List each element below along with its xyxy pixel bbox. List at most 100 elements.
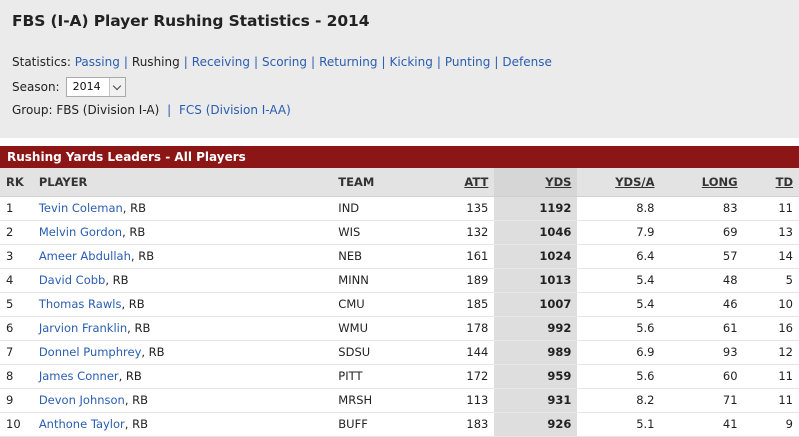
cell-ydsa: 8.8 [577,196,661,221]
cell-player: Melvin Gordon, RB [32,220,333,245]
cell-ydsa: 8.2 [577,388,661,413]
player-link[interactable]: Devon Johnson [39,393,125,407]
cell-rk: 6 [0,316,33,341]
statistics-separator: | [123,55,128,69]
cell-ydsa: 6.4 [577,244,661,269]
cell-long: 93 [660,340,744,365]
statistics-link-receiving[interactable]: Receiving [192,55,250,69]
cell-team: MRSH [332,388,417,413]
statistics-link-punting[interactable]: Punting [445,55,491,69]
cell-yds: 1007 [494,292,578,317]
player-link[interactable]: James Conner [39,369,119,383]
column-header-yds[interactable]: YDS [494,168,578,197]
player-link[interactable]: Tevin Coleman [39,201,123,215]
cell-player: Jarvion Franklin, RB [32,316,333,341]
cell-td: 11 [743,196,799,221]
group-row: Group: FBS (Division I-A) | FCS (Divisio… [12,103,291,117]
cell-td: 16 [743,316,799,341]
cell-long: 83 [660,196,744,221]
cell-att: 135 [416,196,495,221]
cell-yds: 926 [494,412,578,437]
player-link[interactable]: Ameer Abdullah [39,249,131,263]
cell-td: 12 [743,340,799,365]
cell-player: Tevin Coleman, RB [32,196,333,221]
table-row: 1 Tevin Coleman, RB IND 135 1192 8.8 83 11 [0,196,799,221]
group-label: Group: [12,103,53,117]
statistics-link-passing[interactable]: Passing [75,55,120,69]
player-position: , RB [127,321,151,335]
statistics-link-kicking[interactable]: Kicking [390,55,433,69]
player-link[interactable]: Donnel Pumphrey [39,345,142,359]
cell-att: 185 [416,292,495,317]
cell-long: 60 [660,364,744,389]
column-header-ydsa[interactable]: YDS/A [577,168,661,197]
statistics-separator: | [253,55,258,69]
cell-team: SDSU [332,340,417,365]
statistics-link-scoring[interactable]: Scoring [262,55,307,69]
cell-rk: 8 [0,364,33,389]
cell-yds: 992 [494,316,578,341]
cell-rk: 9 [0,388,33,413]
cell-att: 189 [416,268,495,293]
cell-long: 46 [660,292,744,317]
statistics-link-rushing: Rushing [131,55,180,69]
player-link[interactable]: David Cobb [39,273,106,287]
filter-panel: FBS (I-A) Player Rushing Statistics - 20… [0,0,799,138]
cell-td: 14 [743,244,799,269]
player-position: , RB [124,417,148,431]
player-link[interactable]: Thomas Rawls [39,297,122,311]
cell-yds: 1013 [494,268,578,293]
cell-att: 178 [416,316,495,341]
player-position: , RB [121,297,145,311]
cell-player: Anthone Taylor, RB [32,412,333,437]
player-link[interactable]: Anthone Taylor [39,417,125,431]
cell-rk: 4 [0,268,33,293]
column-header-att[interactable]: ATT [416,168,495,197]
cell-rk: 1 [0,196,33,221]
player-position: , RB [141,345,165,359]
cell-rk: 10 [0,412,33,437]
cell-team: WIS [332,220,417,245]
cell-player: Ameer Abdullah, RB [32,244,333,269]
cell-att: 132 [416,220,495,245]
cell-long: 71 [660,388,744,413]
cell-player: Thomas Rawls, RB [32,292,333,317]
table-row: 8 James Conner, RB PITT 172 959 5.6 60 11 [0,364,799,389]
player-position: , RB [124,393,149,407]
cell-yds: 959 [494,364,578,389]
season-label: Season: [12,80,60,94]
table-row: 4 David Cobb, RB MINN 189 1013 5.4 48 5 [0,268,799,293]
column-header-player: PLAYER [32,168,333,197]
cell-team: CMU [332,292,417,317]
player-link[interactable]: Melvin Gordon [39,225,122,239]
chevron-down-icon[interactable] [108,78,125,96]
column-header-long[interactable]: LONG [660,168,744,197]
statistics-link-returning[interactable]: Returning [319,55,377,69]
group-link-fcs[interactable]: FCS (Division I-AA) [179,103,291,117]
player-link[interactable]: Jarvion Franklin [39,321,127,335]
cell-team: WMU [332,316,417,341]
cell-team: IND [332,196,417,221]
cell-td: 5 [743,268,799,293]
page-title: FBS (I-A) Player Rushing Statistics - 20… [12,12,370,30]
cell-rk: 3 [0,244,33,269]
cell-rk: 7 [0,340,33,365]
cell-team: MINN [332,268,417,293]
column-header-td[interactable]: TD [743,168,799,197]
table-header-row: RK PLAYER TEAM ATT YDS YDS/A LONG TD [0,168,799,197]
season-select[interactable]: 2014 [65,77,126,97]
cell-td: 13 [743,220,799,245]
cell-ydsa: 5.4 [577,268,661,293]
statistics-link-defense[interactable]: Defense [502,55,551,69]
cell-team: BUFF [332,412,417,437]
cell-long: 57 [660,244,744,269]
rushing-stats-table: RK PLAYER TEAM ATT YDS YDS/A LONG TD 1 Te… [0,168,799,437]
player-position: , RB [130,249,155,263]
cell-att: 161 [416,244,495,269]
statistics-nav: Statistics: Passing | Rushing | Receiving | Sc… [12,55,552,69]
section-title: Rushing Yards Leaders - All Players [0,146,799,168]
statistics-separator: | [436,55,441,69]
cell-att: 172 [416,364,495,389]
statistics-label: Statistics: [12,55,71,69]
statistics-separator: | [494,55,499,69]
